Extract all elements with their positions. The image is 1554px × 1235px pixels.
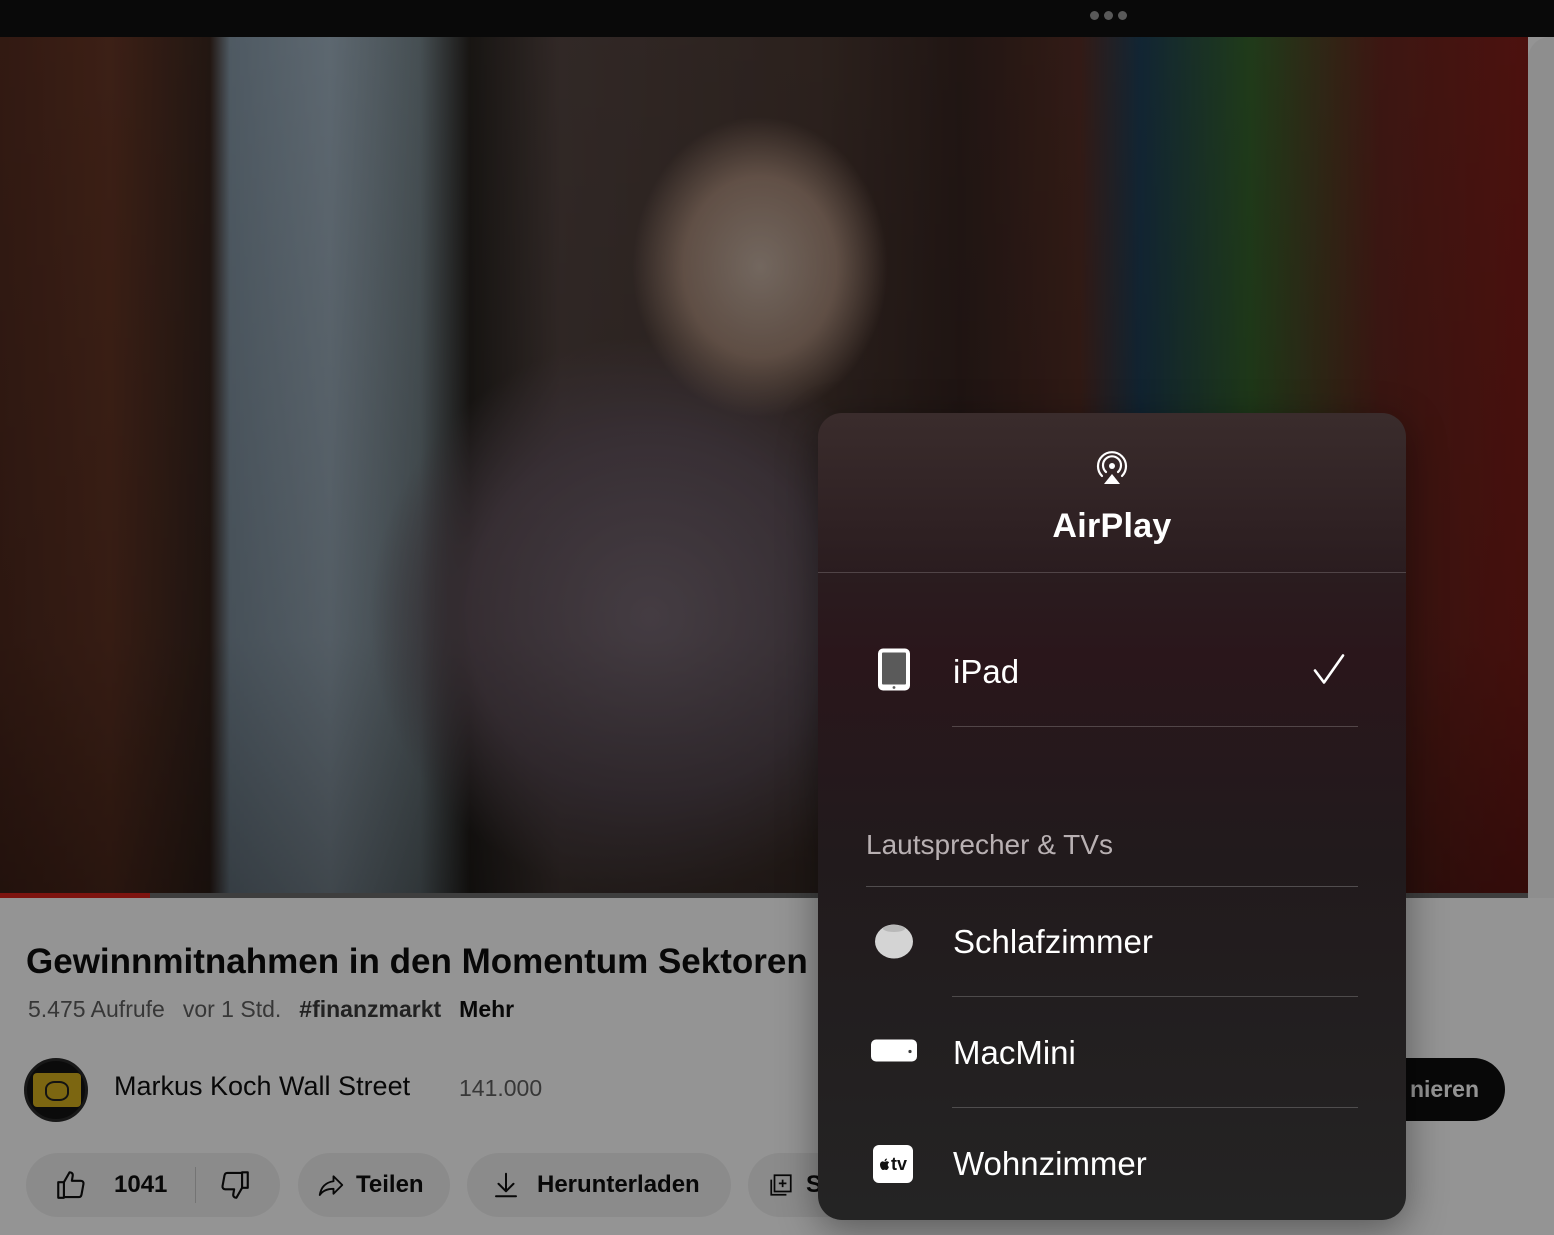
ipad-icon	[877, 648, 911, 697]
device-row-macmini[interactable]: MacMini	[818, 998, 1406, 1108]
airplay-header: AirPlay	[818, 413, 1406, 573]
device-row-wohnzimmer[interactable]: tv Wohnzimmer	[818, 1109, 1406, 1219]
device-label-schlafzimmer: Schlafzimmer	[953, 923, 1153, 960]
airplay-popover: AirPlay iPad Lautsprecher & TVs Schlafzi…	[818, 413, 1406, 1220]
apple-tv-badge: tv	[890, 1153, 907, 1174]
mac-mini-icon	[870, 1039, 918, 1068]
device-label-ipad: iPad	[953, 653, 1020, 690]
row-separator	[952, 1107, 1358, 1108]
speakers-tvs-heading: Lautsprecher & TVs	[866, 829, 1113, 860]
device-label-wohnzimmer: Wohnzimmer	[953, 1145, 1147, 1182]
airplay-icon	[1093, 449, 1131, 492]
row-separator	[952, 726, 1358, 727]
row-separator	[952, 996, 1358, 997]
device-row-ipad[interactable]: iPad	[818, 617, 1406, 727]
apple-tv-icon: tv	[873, 1145, 913, 1183]
device-label-macmini: MacMini	[953, 1034, 1076, 1071]
airplay-title: AirPlay	[1052, 507, 1172, 545]
homepod-mini-icon	[874, 920, 914, 965]
device-row-schlafzimmer[interactable]: Schlafzimmer	[818, 887, 1406, 997]
checkmark-icon	[1312, 653, 1346, 692]
